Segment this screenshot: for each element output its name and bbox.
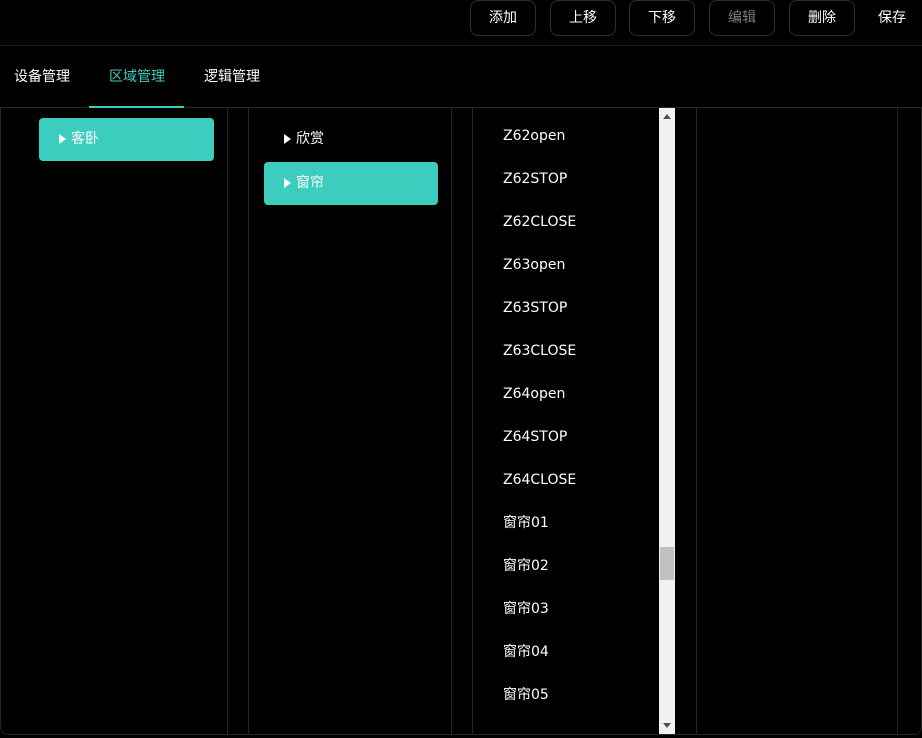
list-item[interactable]: 窗帘04 — [503, 631, 549, 674]
tab-bar: 设备管理 区域管理 逻辑管理 — [0, 47, 922, 108]
list-item[interactable]: Z62CLOSE — [503, 201, 576, 244]
list-item[interactable]: Z63STOP — [503, 287, 567, 330]
move-up-button[interactable]: 上移 — [550, 0, 616, 36]
group-item-curtain[interactable]: 窗帘 — [264, 162, 438, 205]
tab-logic-management[interactable]: 逻辑管理 — [204, 47, 260, 108]
list-item[interactable]: Z63CLOSE — [503, 330, 576, 373]
add-button[interactable]: 添加 — [470, 0, 536, 36]
save-button[interactable]: 保存 — [866, 0, 922, 36]
list-item[interactable]: Z62STOP — [503, 158, 567, 201]
scroll-down-arrow-icon[interactable] — [663, 723, 671, 728]
delete-button[interactable]: 删除 — [789, 0, 855, 36]
edit-button[interactable]: 编辑 — [709, 0, 775, 36]
panel-frame — [0, 108, 922, 735]
area-item-guest-bedroom[interactable]: 客卧 — [39, 118, 214, 161]
toolbar: 添加 上移 下移 编辑 删除 保存 — [0, 0, 922, 46]
caret-right-icon — [284, 134, 291, 144]
list-item[interactable]: 窗帘02 — [503, 545, 549, 588]
scrollbar-thumb[interactable] — [660, 547, 674, 580]
area-item-label: 客卧 — [71, 131, 99, 147]
list-item[interactable]: 窗帘05 — [503, 674, 549, 717]
panel-area: 客卧 欣赏 窗帘 Z62open Z62STOP Z62CLOSE Z63ope… — [0, 108, 922, 738]
caret-right-icon — [59, 134, 66, 144]
group-item-label: 窗帘 — [296, 175, 324, 191]
group-item-appreciation[interactable]: 欣赏 — [264, 118, 438, 161]
column-divider — [451, 108, 452, 734]
list-item[interactable]: 窗帘01 — [503, 502, 549, 545]
list-item[interactable]: Z64CLOSE — [503, 459, 576, 502]
tab-device-management[interactable]: 设备管理 — [14, 47, 70, 108]
command-list-scrollbar[interactable] — [659, 108, 675, 734]
tab-area-management[interactable]: 区域管理 — [109, 47, 165, 108]
column-divider — [696, 108, 697, 734]
list-item[interactable]: 窗帘03 — [503, 588, 549, 631]
list-item[interactable]: Z64STOP — [503, 416, 567, 459]
list-item[interactable]: Z64open — [503, 373, 565, 416]
move-down-button[interactable]: 下移 — [629, 0, 695, 36]
group-item-label: 欣赏 — [296, 131, 324, 147]
column-divider — [248, 108, 249, 734]
scroll-up-arrow-icon[interactable] — [663, 114, 671, 119]
column-divider — [897, 108, 898, 734]
app-window: 添加 上移 下移 编辑 删除 保存 设备管理 区域管理 逻辑管理 客卧 欣赏 窗… — [0, 0, 922, 738]
list-item[interactable]: Z62open — [503, 115, 565, 158]
column-divider — [227, 108, 228, 734]
command-list[interactable]: Z62open Z62STOP Z62CLOSE Z63open Z63STOP… — [473, 108, 659, 734]
caret-right-icon — [284, 178, 291, 188]
list-item[interactable]: Z63open — [503, 244, 565, 287]
